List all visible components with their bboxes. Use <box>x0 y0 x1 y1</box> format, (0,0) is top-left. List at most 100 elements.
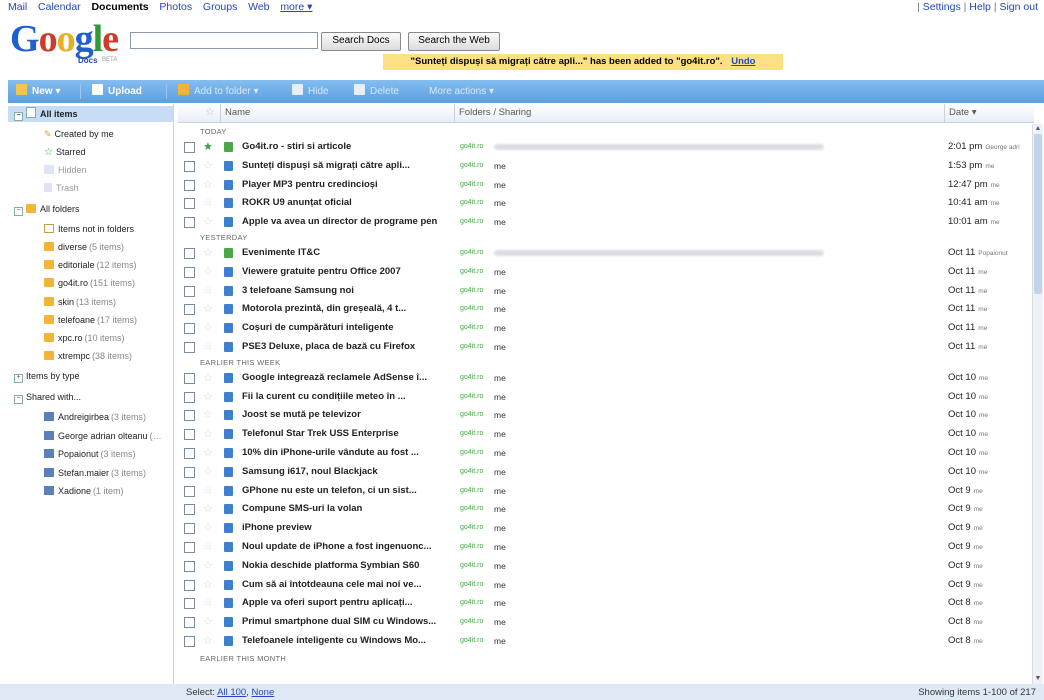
undo-link[interactable]: Undo <box>731 56 755 67</box>
select-none-link[interactable]: None <box>252 687 275 698</box>
folder-tag[interactable]: go4it.ro <box>460 557 483 575</box>
scroll-up-icon[interactable]: ▲ <box>1034 125 1042 133</box>
document-row[interactable]: ☆ Google integrează reclamele AdSense î..… <box>178 369 1034 387</box>
nav-link-groups[interactable]: Groups <box>203 1 237 13</box>
document-row[interactable]: ☆ Motorola prezintă, din greșeală, 4 t...… <box>178 300 1034 318</box>
nav-link-web[interactable]: Web <box>248 1 269 13</box>
document-title[interactable]: Go4it.ro - stiri si articole <box>242 138 447 156</box>
document-row[interactable]: ☆ Compune SMS-uri la volan go4it.ro me Oct 9… <box>178 500 1034 518</box>
row-checkbox[interactable] <box>184 198 195 210</box>
search-web-button[interactable]: Search the Web <box>408 32 500 51</box>
delete-button[interactable]: Delete <box>354 80 399 103</box>
star-icon[interactable]: ☆ <box>203 463 213 481</box>
document-row[interactable]: ☆ Joost se mută pe televizor go4it.ro me Oct… <box>178 406 1034 424</box>
document-row[interactable]: ☆ Primul smartphone dual SIM cu Windows..… <box>178 613 1034 631</box>
sidebar-folder-item[interactable]: xpc.ro (10 items) <box>44 330 125 346</box>
star-icon[interactable]: ★ <box>203 138 213 156</box>
document-row[interactable]: ☆ 3 telefoane Samsung noi go4it.ro me Oct 11… <box>178 282 1034 300</box>
sidebar-item-shared-with[interactable]: − Shared with... <box>14 389 81 405</box>
sidebar-folder-item[interactable]: editoriale (12 items) <box>44 257 137 273</box>
folder-tag[interactable]: go4it.ro <box>460 538 483 556</box>
folder-tag[interactable]: go4it.ro <box>460 300 483 318</box>
document-row[interactable]: ☆ Apple va avea un director de programe p… <box>178 213 1034 231</box>
folder-tag[interactable]: go4it.ro <box>460 319 483 337</box>
document-title[interactable]: Viewere gratuite pentru Office 2007 <box>242 263 447 281</box>
sidebar-item-created-by-me[interactable]: ✎ Created by me <box>44 126 114 142</box>
star-icon[interactable]: ☆ <box>203 338 213 356</box>
folder-tag[interactable]: go4it.ro <box>460 444 483 462</box>
name-column-header[interactable]: Name <box>220 104 453 122</box>
star-icon[interactable]: ☆ <box>203 406 213 424</box>
folder-tag[interactable]: go4it.ro <box>460 594 483 612</box>
sidebar-folder-item[interactable]: go4it.ro (151 items) <box>44 275 135 291</box>
expand-toggle-icon[interactable]: + <box>14 374 23 383</box>
sidebar-folder-item[interactable]: telefoane (17 items) <box>44 312 137 328</box>
document-row[interactable]: ☆ Sunteți dispuși să migrați către apli..… <box>178 157 1034 175</box>
row-checkbox[interactable] <box>184 391 195 403</box>
document-title[interactable]: Apple va avea un director de programe pe… <box>242 213 447 231</box>
star-icon[interactable]: ☆ <box>203 538 213 556</box>
folder-tag[interactable]: go4it.ro <box>460 138 483 156</box>
star-icon[interactable]: ☆ <box>203 282 213 300</box>
shared-person-item[interactable]: Andreigirbea (3 items) <box>44 409 146 425</box>
select-all-link[interactable]: All 100 <box>217 687 246 698</box>
row-checkbox[interactable] <box>184 636 195 647</box>
scrollbar[interactable]: ▲ ▼ <box>1032 124 1043 684</box>
shared-person-item[interactable]: Stefan.maier (3 items) <box>44 465 146 481</box>
document-title[interactable]: Google integrează reclamele AdSense î... <box>242 369 447 387</box>
sidebar-folder-item[interactable]: skin (13 items) <box>44 294 116 310</box>
document-title[interactable]: Fii la curent cu condițiile meteo în ... <box>242 388 447 406</box>
row-checkbox[interactable] <box>184 217 195 229</box>
star-icon[interactable]: ☆ <box>203 576 213 594</box>
document-row[interactable]: ☆ Nokia deschide platforma Symbian S60 go4… <box>178 557 1034 575</box>
row-checkbox[interactable] <box>184 372 195 384</box>
row-checkbox[interactable] <box>184 248 195 259</box>
row-checkbox[interactable] <box>184 542 195 553</box>
row-checkbox[interactable] <box>184 179 195 191</box>
row-checkbox[interactable] <box>184 323 195 335</box>
folder-tag[interactable]: go4it.ro <box>460 482 483 500</box>
nav-link-more[interactable]: more ▾ <box>280 1 312 13</box>
document-title[interactable]: Noul update de iPhone a fost ingenuonc..… <box>242 538 447 556</box>
row-checkbox[interactable] <box>184 560 195 572</box>
star-icon[interactable]: ☆ <box>203 557 213 575</box>
document-title[interactable]: Primul smartphone dual SIM cu Windows... <box>242 613 447 631</box>
row-checkbox[interactable] <box>184 485 195 497</box>
folder-tag[interactable]: go4it.ro <box>460 576 483 594</box>
document-title[interactable]: Apple va oferi suport pentru aplicați... <box>242 594 447 612</box>
document-row[interactable]: ☆ Viewere gratuite pentru Office 2007 go4i… <box>178 263 1034 281</box>
nav-link-calendar[interactable]: Calendar <box>38 1 81 13</box>
search-input[interactable] <box>130 32 318 49</box>
new-button[interactable]: New ▾ <box>16 80 60 103</box>
star-icon[interactable]: ☆ <box>203 594 213 612</box>
document-row[interactable]: ☆ Cum să ai întotdeauna cele mai noi ve..… <box>178 576 1034 594</box>
document-title[interactable]: Motorola prezintă, din greșeală, 4 t... <box>242 300 447 318</box>
sidebar-folder-item[interactable]: xtrempc (38 items) <box>44 348 132 364</box>
scroll-down-icon[interactable]: ▼ <box>1034 675 1042 683</box>
folder-tag[interactable]: go4it.ro <box>460 632 483 650</box>
document-row[interactable]: ☆ Noul update de iPhone a fost ingenuonc.… <box>178 538 1034 556</box>
row-checkbox[interactable] <box>184 466 195 478</box>
collapse-toggle-icon[interactable]: − <box>14 207 23 216</box>
upload-button[interactable]: Upload <box>92 80 142 103</box>
row-checkbox[interactable] <box>184 304 195 316</box>
row-checkbox[interactable] <box>184 285 195 297</box>
folder-tag[interactable]: go4it.ro <box>460 406 483 424</box>
document-row[interactable]: ☆ Player MP3 pentru credincioși go4it.ro me… <box>178 176 1034 194</box>
row-checkbox[interactable] <box>184 410 195 422</box>
folder-tag[interactable]: go4it.ro <box>460 244 483 262</box>
document-title[interactable]: Nokia deschide platforma Symbian S60 <box>242 557 447 575</box>
folder-tag[interactable]: go4it.ro <box>460 157 483 175</box>
document-title[interactable]: Sunteți dispuși să migrați către apli... <box>242 157 447 175</box>
document-title[interactable]: Evenimente IT&C <box>242 244 447 262</box>
more-actions-button[interactable]: More actions ▾ <box>429 80 494 103</box>
document-title[interactable]: Joost se mută pe televizor <box>242 406 447 424</box>
row-checkbox[interactable] <box>184 142 195 153</box>
star-icon[interactable]: ☆ <box>203 157 213 175</box>
document-row[interactable]: ☆ Coșuri de cumpărături inteligente go4it.… <box>178 319 1034 337</box>
settings-link[interactable]: Settings <box>923 1 961 13</box>
help-link[interactable]: Help <box>969 1 991 13</box>
folder-tag[interactable]: go4it.ro <box>460 613 483 631</box>
shared-person-item[interactable]: George adrian olteanu (… <box>44 428 162 444</box>
star-icon[interactable]: ☆ <box>203 319 213 337</box>
